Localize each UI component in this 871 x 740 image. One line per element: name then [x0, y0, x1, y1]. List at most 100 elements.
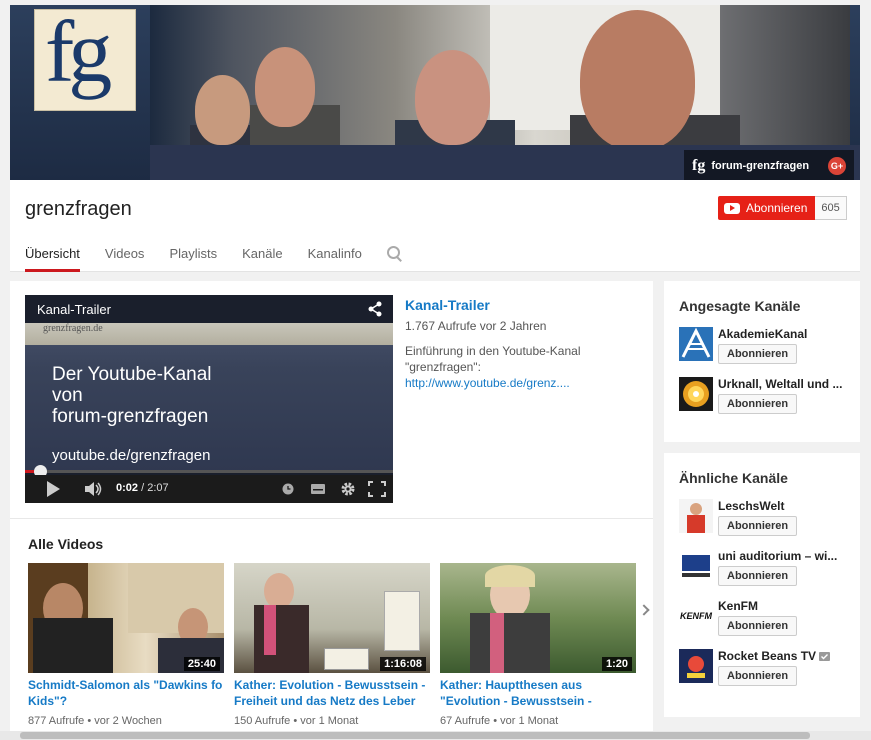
channel-item: LeschsWelt Abonnieren	[679, 499, 854, 537]
video-card[interactable]: 1:20 Kather: Hauptthesen aus "Evolution …	[440, 563, 636, 727]
video-duration: 1:20	[601, 657, 632, 671]
kenfm-avatar-text: KENFM	[680, 611, 712, 621]
banner-person	[415, 50, 490, 145]
channel-name-link[interactable]: Urknall, Weltall und ...	[718, 377, 853, 391]
search-icon[interactable]	[386, 246, 401, 260]
horizontal-scrollbar[interactable]	[0, 731, 871, 740]
subscribe-button[interactable]: Abonnieren	[718, 394, 798, 414]
subscribe-button[interactable]: Abonnieren	[718, 566, 798, 586]
video-title[interactable]: Kather: Evolution - Bewusstsein - Freihe…	[234, 677, 430, 709]
subscribe-button[interactable]: Abonnieren	[718, 196, 816, 220]
watch-later-icon[interactable]	[282, 483, 294, 495]
trailer-description: Einführung in den Youtube-Kanal "grenzfr…	[405, 344, 581, 390]
banner-person	[255, 47, 315, 127]
channel-banner: fg fg forum-grenzfragen G+	[10, 5, 860, 180]
video-duration: 25:40	[183, 657, 220, 671]
tab-playlists[interactable]: Playlists	[169, 240, 217, 272]
channel-name-link[interactable]: Rocket Beans TV	[718, 649, 853, 663]
video-title[interactable]: Kather: Hauptthesen aus "Evolution - Bew…	[440, 677, 636, 709]
uni-auditorium-avatar[interactable]	[679, 549, 713, 583]
play-icon[interactable]	[47, 481, 60, 497]
tab-channels[interactable]: Kanäle	[242, 240, 282, 272]
video-thumbnail[interactable]: 1:16:08	[234, 563, 430, 673]
kenfm-avatar[interactable]: KENFM	[679, 599, 713, 633]
featured-channels-title: Angesagte Kanäle	[679, 298, 801, 314]
youtube-icon	[724, 202, 740, 214]
banner-website-link[interactable]: fg forum-grenzfragen	[684, 150, 820, 180]
video-slide-url: youtube.de/grenzfragen	[52, 447, 211, 464]
video-slide-line: forum-grenzfragen	[52, 406, 209, 427]
video-meta: 877 Aufrufe • vor 2 Wochen	[28, 715, 162, 727]
video-duration: 1:16:08	[380, 657, 426, 671]
subscribe-button[interactable]: Abonnieren	[718, 516, 798, 536]
channel-item: AkademieKanal Abonnieren	[679, 327, 854, 365]
player-title[interactable]: Kanal-Trailer	[37, 302, 111, 317]
tab-overview[interactable]: Übersicht	[25, 240, 80, 272]
channel-tabs: Übersicht Videos Playlists Kanäle Kanali…	[25, 240, 401, 272]
volume-icon[interactable]	[85, 481, 103, 497]
channel-logo[interactable]: fg	[34, 9, 136, 111]
trailer-info: Kanal-Trailer 1.767 Aufrufe vor 2 Jahren…	[405, 297, 640, 391]
video-thumbnail[interactable]: 25:40	[28, 563, 224, 673]
channel-name-link[interactable]: uni auditorium – wi...	[718, 549, 853, 563]
leschswelt-avatar[interactable]	[679, 499, 713, 533]
video-band-text: grenzfragen.de	[43, 323, 103, 334]
scrollbar-thumb[interactable]	[20, 732, 810, 739]
channel-item: Rocket Beans TV Abonnieren	[679, 649, 854, 687]
trailer-title-link[interactable]: Kanal-Trailer	[405, 297, 640, 313]
channel-name-link[interactable]: AkademieKanal	[718, 327, 853, 341]
video-thumbnail[interactable]: 1:20	[440, 563, 636, 673]
progress-bar[interactable]	[25, 465, 393, 478]
section-title-all-videos[interactable]: Alle Videos	[28, 536, 103, 552]
settings-gear-icon[interactable]	[340, 481, 356, 497]
video-meta: 150 Aufrufe • vor 1 Monat	[234, 715, 359, 727]
video-player[interactable]: grenzfragen.de Der Youtube-Kanal von for…	[25, 295, 393, 503]
player-controls: 0:02 / 2:07	[25, 475, 393, 503]
subtitles-icon[interactable]	[311, 484, 325, 494]
subscribe-button[interactable]: Abonnieren	[718, 616, 798, 636]
video-slide-line: Der Youtube-Kanal	[52, 364, 212, 385]
video-title[interactable]: Schmidt-Salomon als "Dawkins fo Kids"?	[28, 677, 224, 709]
fg-icon: fg	[692, 157, 706, 174]
share-icon[interactable]	[367, 301, 383, 317]
trailer-description-link[interactable]: http://www.youtube.de/grenz....	[405, 376, 570, 390]
video-slide-line: von	[52, 385, 83, 406]
video-meta: 67 Aufrufe • vor 1 Monat	[440, 715, 559, 727]
channel-header: grenzfragen Abonnieren 605 Übersicht Vid…	[10, 180, 860, 272]
channel-item: Urknall, Weltall und ... Abonnieren	[679, 377, 854, 415]
time-total: / 2:07	[141, 482, 169, 494]
verified-icon	[819, 652, 831, 661]
channel-name: grenzfragen	[25, 198, 132, 220]
channel-name-link[interactable]: LeschsWelt	[718, 499, 853, 513]
featured-channels-panel: Angesagte Kanäle AkademieKanal Abonniere…	[664, 281, 860, 442]
akademiekanal-avatar[interactable]	[679, 327, 713, 361]
gplus-icon: G+	[828, 157, 846, 175]
main-content: grenzfragen.de Der Youtube-Kanal von for…	[10, 281, 653, 740]
video-card[interactable]: 25:40 Schmidt-Salomon als "Dawkins fo Ki…	[28, 563, 224, 727]
trailer-meta: 1.767 Aufrufe vor 2 Jahren	[405, 319, 547, 333]
related-channels-title: Ähnliche Kanäle	[679, 470, 788, 486]
subscribe-button[interactable]: Abonnieren	[718, 344, 798, 364]
divider	[10, 518, 653, 519]
tab-about[interactable]: Kanalinfo	[308, 240, 362, 272]
gplus-link[interactable]: G+	[820, 150, 854, 180]
video-shelf: 25:40 Schmidt-Salomon als "Dawkins fo Ki…	[28, 563, 646, 727]
channel-name-link[interactable]: KenFM	[718, 599, 853, 613]
video-frame: grenzfragen.de Der Youtube-Kanal von for…	[25, 323, 393, 473]
fullscreen-icon[interactable]	[368, 481, 386, 497]
subscribe-button[interactable]: Abonnieren	[718, 666, 798, 686]
banner-link-label: forum-grenzfragen	[711, 160, 810, 172]
video-card[interactable]: 1:16:08 Kather: Evolution - Bewusstsein …	[234, 563, 430, 727]
banner-person	[580, 10, 695, 150]
tab-videos[interactable]: Videos	[105, 240, 145, 272]
urknall-avatar[interactable]	[679, 377, 713, 411]
banner-person	[195, 75, 250, 145]
subscribe-control: Abonnieren 605	[718, 196, 847, 220]
time-current: 0:02	[116, 482, 139, 494]
channel-item: KENFM KenFM Abonnieren	[679, 599, 854, 637]
channel-item: uni auditorium – wi... Abonnieren	[679, 549, 854, 587]
subscriber-count: 605	[815, 196, 847, 220]
rocket-beans-avatar[interactable]	[679, 649, 713, 683]
time-display: 0:02 / 2:07	[116, 482, 169, 494]
related-channels-panel: Ähnliche Kanäle LeschsWelt Abonnieren un…	[664, 453, 860, 717]
